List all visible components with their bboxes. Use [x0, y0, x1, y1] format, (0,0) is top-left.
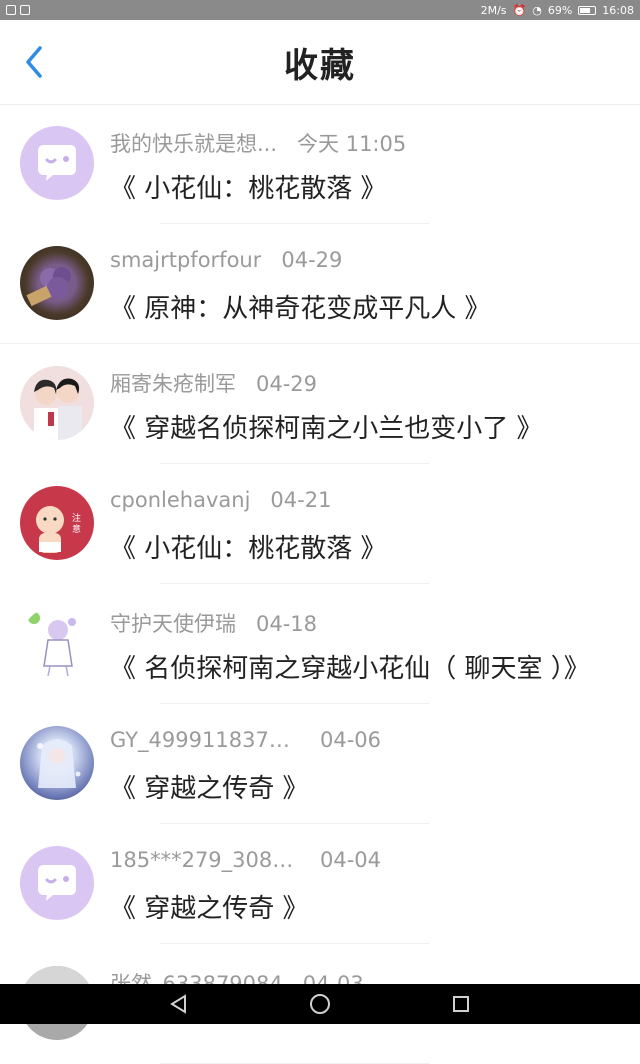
username: smajrtpforfour — [110, 248, 262, 272]
chat-bubble-icon — [38, 865, 76, 901]
timestamp: 04-29 — [281, 248, 343, 272]
username: 厢寄朱疮制军 — [110, 372, 236, 396]
item-meta: 我的快乐就是想... 今天 11:05 — [110, 128, 406, 158]
favorites-list: 我的快乐就是想... 今天 11:05 《 小花仙：桃花散落 》 smajrtp… — [0, 104, 640, 1064]
list-item[interactable]: GY_4999118372... 04-06 《 穿越之传奇 》 — [0, 704, 640, 824]
timestamp: 04-21 — [270, 488, 332, 512]
timestamp: 04-06 — [320, 728, 382, 752]
list-item[interactable]: 守护天使伊瑞 04-18 《 名侦探柯南之穿越小花仙（ 聊天室 ）》 — [0, 584, 640, 704]
avatar — [20, 726, 94, 800]
status-left — [6, 5, 30, 15]
item-meta: cponlehavanj 04-21 — [110, 488, 331, 512]
list-item[interactable]: 185***279_3081... 04-04 《 穿越之传奇 》 — [0, 824, 640, 944]
avatar — [20, 606, 94, 680]
baby-cartoon-icon: 注 意 — [36, 506, 81, 553]
square-recents-icon — [453, 996, 469, 1012]
list-item[interactable]: smajrtpforfour 04-29 《 原神：从神奇花变成平凡人 》 — [0, 224, 640, 344]
default-avatar — [20, 126, 94, 200]
item-meta: smajrtpforfour 04-29 — [110, 248, 342, 272]
list-item[interactable]: 注 意 cponlehavanj 04-21 《 小花仙：桃花散落 》 — [0, 464, 640, 584]
default-avatar — [20, 846, 94, 920]
anime-girl-sketch-icon — [28, 612, 76, 677]
story-title[interactable]: 《 原神：从神奇花变成平凡人 》 — [110, 288, 491, 325]
gallery-icon — [20, 5, 30, 15]
header: 收藏 — [0, 20, 640, 105]
nav-home-button[interactable] — [309, 993, 331, 1015]
page-title: 收藏 — [284, 45, 356, 86]
item-meta: 厢寄朱疮制军 04-29 — [110, 368, 317, 398]
chevron-left-icon — [26, 46, 42, 78]
story-title[interactable]: 《 名侦探柯南之穿越小花仙（ 聊天室 ）》 — [110, 648, 590, 685]
avatar: 注 意 — [20, 486, 94, 560]
system-nav-bar — [0, 984, 640, 1024]
list-item[interactable]: 厢寄朱疮制军 04-29 《 穿越名侦探柯南之小兰也变小了 》 — [0, 344, 640, 464]
triangle-back-icon — [170, 994, 186, 1014]
item-meta: GY_4999118372... 04-06 — [110, 728, 381, 752]
alarm-icon: ⏰ — [512, 3, 527, 17]
timestamp: 04-04 — [320, 848, 382, 872]
network-speed: 2M/s — [480, 3, 507, 17]
timestamp: 04-29 — [256, 372, 318, 396]
chat-bubble-icon — [38, 145, 76, 181]
anime-character-icon — [37, 739, 81, 788]
username: 185***279_3081... — [110, 848, 300, 872]
timestamp: 04-18 — [256, 612, 318, 636]
two-people-icon — [34, 378, 82, 440]
circle-home-icon — [310, 994, 330, 1014]
timestamp: 今天 11:05 — [297, 132, 407, 156]
story-title[interactable]: 《 穿越之传奇 》 — [110, 768, 309, 805]
username: cponlehavanj — [110, 488, 251, 512]
wifi-icon: ◔ — [532, 3, 542, 17]
status-bar: 2M/s ⏰ ◔ 69% 16:08 — [0, 0, 640, 20]
avatar — [20, 366, 94, 440]
story-title[interactable]: 《 小花仙：桃花散落 》 — [110, 168, 387, 205]
username: 我的快乐就是想... — [110, 132, 278, 156]
clock: 16:08 — [602, 3, 634, 17]
back-button[interactable] — [18, 46, 50, 78]
svg-text:意: 意 — [72, 523, 81, 535]
avatar — [20, 246, 94, 320]
username: 守护天使伊瑞 — [110, 612, 236, 636]
story-title[interactable]: 《 穿越名侦探柯南之小兰也变小了 》 — [110, 408, 543, 445]
nav-recents-button[interactable] — [451, 994, 471, 1014]
username: GY_4999118372... — [110, 728, 300, 752]
list-item[interactable]: 我的快乐就是想... 今天 11:05 《 小花仙：桃花散落 》 — [0, 104, 640, 224]
story-title[interactable]: 《 穿越之传奇 》 — [110, 888, 309, 925]
notification-icon — [6, 5, 16, 15]
battery-icon — [578, 5, 597, 15]
story-title[interactable]: 《 小花仙：桃花散落 》 — [110, 528, 387, 565]
flower-bouquet-icon — [26, 267, 71, 307]
item-meta: 185***279_3081... 04-04 — [110, 848, 381, 872]
status-right: 2M/s ⏰ ◔ 69% 16:08 — [481, 4, 634, 17]
battery-percent: 69% — [547, 3, 573, 17]
item-meta: 守护天使伊瑞 04-18 — [110, 608, 317, 638]
svg-text:注: 注 — [72, 512, 81, 524]
nav-back-button[interactable] — [169, 994, 189, 1014]
